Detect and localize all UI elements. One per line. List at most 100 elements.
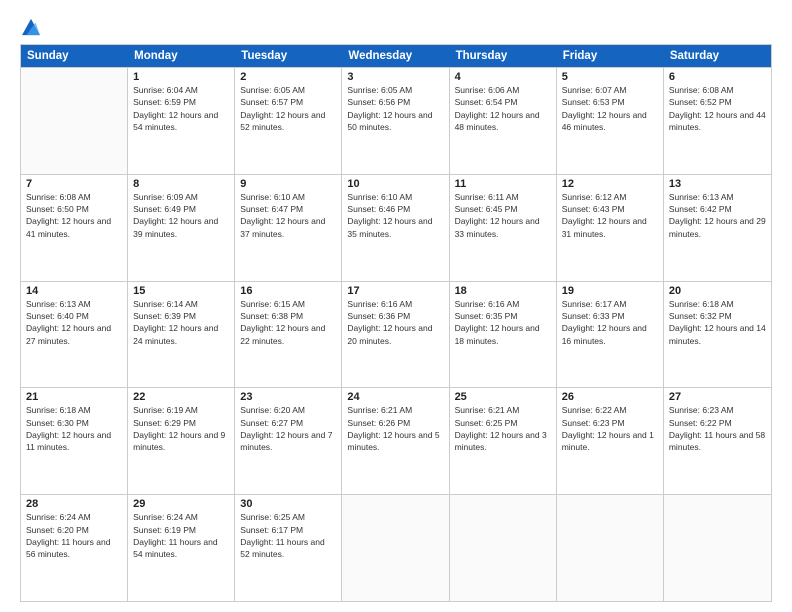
header-day-sunday: Sunday (21, 45, 128, 67)
calendar-cell: 8Sunrise: 6:09 AMSunset: 6:49 PMDaylight… (128, 175, 235, 281)
day-info: Sunrise: 6:11 AMSunset: 6:45 PMDaylight:… (455, 191, 551, 240)
day-info: Sunrise: 6:13 AMSunset: 6:40 PMDaylight:… (26, 298, 122, 347)
calendar-cell: 25Sunrise: 6:21 AMSunset: 6:25 PMDayligh… (450, 388, 557, 494)
calendar-cell: 13Sunrise: 6:13 AMSunset: 6:42 PMDayligh… (664, 175, 771, 281)
day-number: 2 (240, 71, 336, 83)
calendar-cell: 21Sunrise: 6:18 AMSunset: 6:30 PMDayligh… (21, 388, 128, 494)
calendar-cell: 19Sunrise: 6:17 AMSunset: 6:33 PMDayligh… (557, 282, 664, 388)
day-number: 11 (455, 178, 551, 190)
day-number: 22 (133, 391, 229, 403)
calendar-cell: 30Sunrise: 6:25 AMSunset: 6:17 PMDayligh… (235, 495, 342, 601)
day-info: Sunrise: 6:06 AMSunset: 6:54 PMDaylight:… (455, 84, 551, 133)
day-number: 28 (26, 498, 122, 510)
calendar: SundayMondayTuesdayWednesdayThursdayFrid… (20, 44, 772, 602)
day-info: Sunrise: 6:13 AMSunset: 6:42 PMDaylight:… (669, 191, 766, 240)
day-info: Sunrise: 6:21 AMSunset: 6:26 PMDaylight:… (347, 404, 443, 453)
day-info: Sunrise: 6:10 AMSunset: 6:46 PMDaylight:… (347, 191, 443, 240)
day-number: 19 (562, 285, 658, 297)
calendar-row-1: 7Sunrise: 6:08 AMSunset: 6:50 PMDaylight… (21, 174, 771, 281)
day-info: Sunrise: 6:18 AMSunset: 6:32 PMDaylight:… (669, 298, 766, 347)
calendar-cell: 9Sunrise: 6:10 AMSunset: 6:47 PMDaylight… (235, 175, 342, 281)
day-info: Sunrise: 6:21 AMSunset: 6:25 PMDaylight:… (455, 404, 551, 453)
day-number: 5 (562, 71, 658, 83)
day-number: 21 (26, 391, 122, 403)
day-info: Sunrise: 6:18 AMSunset: 6:30 PMDaylight:… (26, 404, 122, 453)
calendar-cell: 2Sunrise: 6:05 AMSunset: 6:57 PMDaylight… (235, 68, 342, 174)
day-number: 15 (133, 285, 229, 297)
day-number: 27 (669, 391, 766, 403)
day-info: Sunrise: 6:16 AMSunset: 6:35 PMDaylight:… (455, 298, 551, 347)
calendar-cell: 16Sunrise: 6:15 AMSunset: 6:38 PMDayligh… (235, 282, 342, 388)
calendar-cell: 12Sunrise: 6:12 AMSunset: 6:43 PMDayligh… (557, 175, 664, 281)
day-number: 14 (26, 285, 122, 297)
calendar-cell: 27Sunrise: 6:23 AMSunset: 6:22 PMDayligh… (664, 388, 771, 494)
day-number: 3 (347, 71, 443, 83)
calendar-cell: 28Sunrise: 6:24 AMSunset: 6:20 PMDayligh… (21, 495, 128, 601)
day-number: 16 (240, 285, 336, 297)
calendar-cell (450, 495, 557, 601)
calendar-cell: 10Sunrise: 6:10 AMSunset: 6:46 PMDayligh… (342, 175, 449, 281)
day-info: Sunrise: 6:16 AMSunset: 6:36 PMDaylight:… (347, 298, 443, 347)
calendar-cell (21, 68, 128, 174)
day-info: Sunrise: 6:08 AMSunset: 6:50 PMDaylight:… (26, 191, 122, 240)
calendar-cell (342, 495, 449, 601)
day-info: Sunrise: 6:08 AMSunset: 6:52 PMDaylight:… (669, 84, 766, 133)
logo (20, 18, 40, 36)
day-number: 13 (669, 178, 766, 190)
day-info: Sunrise: 6:22 AMSunset: 6:23 PMDaylight:… (562, 404, 658, 453)
day-info: Sunrise: 6:04 AMSunset: 6:59 PMDaylight:… (133, 84, 229, 133)
calendar-cell: 18Sunrise: 6:16 AMSunset: 6:35 PMDayligh… (450, 282, 557, 388)
logo-icon (22, 18, 40, 36)
calendar-cell: 11Sunrise: 6:11 AMSunset: 6:45 PMDayligh… (450, 175, 557, 281)
calendar-cell: 15Sunrise: 6:14 AMSunset: 6:39 PMDayligh… (128, 282, 235, 388)
day-info: Sunrise: 6:20 AMSunset: 6:27 PMDaylight:… (240, 404, 336, 453)
header-day-tuesday: Tuesday (235, 45, 342, 67)
day-number: 4 (455, 71, 551, 83)
day-info: Sunrise: 6:07 AMSunset: 6:53 PMDaylight:… (562, 84, 658, 133)
day-info: Sunrise: 6:05 AMSunset: 6:56 PMDaylight:… (347, 84, 443, 133)
day-info: Sunrise: 6:10 AMSunset: 6:47 PMDaylight:… (240, 191, 336, 240)
day-number: 29 (133, 498, 229, 510)
day-info: Sunrise: 6:24 AMSunset: 6:19 PMDaylight:… (133, 511, 229, 560)
page: SundayMondayTuesdayWednesdayThursdayFrid… (0, 0, 792, 612)
calendar-cell: 5Sunrise: 6:07 AMSunset: 6:53 PMDaylight… (557, 68, 664, 174)
day-number: 25 (455, 391, 551, 403)
day-number: 9 (240, 178, 336, 190)
day-info: Sunrise: 6:23 AMSunset: 6:22 PMDaylight:… (669, 404, 766, 453)
calendar-cell: 14Sunrise: 6:13 AMSunset: 6:40 PMDayligh… (21, 282, 128, 388)
calendar-cell: 3Sunrise: 6:05 AMSunset: 6:56 PMDaylight… (342, 68, 449, 174)
day-number: 26 (562, 391, 658, 403)
header (20, 18, 772, 36)
day-info: Sunrise: 6:24 AMSunset: 6:20 PMDaylight:… (26, 511, 122, 560)
day-info: Sunrise: 6:12 AMSunset: 6:43 PMDaylight:… (562, 191, 658, 240)
day-info: Sunrise: 6:14 AMSunset: 6:39 PMDaylight:… (133, 298, 229, 347)
calendar-cell: 22Sunrise: 6:19 AMSunset: 6:29 PMDayligh… (128, 388, 235, 494)
day-number: 24 (347, 391, 443, 403)
day-info: Sunrise: 6:25 AMSunset: 6:17 PMDaylight:… (240, 511, 336, 560)
calendar-row-0: 1Sunrise: 6:04 AMSunset: 6:59 PMDaylight… (21, 67, 771, 174)
day-number: 17 (347, 285, 443, 297)
calendar-cell: 17Sunrise: 6:16 AMSunset: 6:36 PMDayligh… (342, 282, 449, 388)
calendar-cell: 1Sunrise: 6:04 AMSunset: 6:59 PMDaylight… (128, 68, 235, 174)
calendar-header: SundayMondayTuesdayWednesdayThursdayFrid… (21, 45, 771, 67)
calendar-cell: 23Sunrise: 6:20 AMSunset: 6:27 PMDayligh… (235, 388, 342, 494)
day-info: Sunrise: 6:19 AMSunset: 6:29 PMDaylight:… (133, 404, 229, 453)
day-number: 23 (240, 391, 336, 403)
day-number: 20 (669, 285, 766, 297)
calendar-cell (557, 495, 664, 601)
header-day-friday: Friday (557, 45, 664, 67)
calendar-cell: 4Sunrise: 6:06 AMSunset: 6:54 PMDaylight… (450, 68, 557, 174)
day-info: Sunrise: 6:15 AMSunset: 6:38 PMDaylight:… (240, 298, 336, 347)
calendar-cell: 26Sunrise: 6:22 AMSunset: 6:23 PMDayligh… (557, 388, 664, 494)
calendar-row-2: 14Sunrise: 6:13 AMSunset: 6:40 PMDayligh… (21, 281, 771, 388)
day-info: Sunrise: 6:09 AMSunset: 6:49 PMDaylight:… (133, 191, 229, 240)
day-number: 10 (347, 178, 443, 190)
day-number: 1 (133, 71, 229, 83)
day-number: 6 (669, 71, 766, 83)
header-day-thursday: Thursday (450, 45, 557, 67)
header-day-wednesday: Wednesday (342, 45, 449, 67)
calendar-cell: 6Sunrise: 6:08 AMSunset: 6:52 PMDaylight… (664, 68, 771, 174)
calendar-cell: 24Sunrise: 6:21 AMSunset: 6:26 PMDayligh… (342, 388, 449, 494)
day-number: 12 (562, 178, 658, 190)
calendar-cell: 20Sunrise: 6:18 AMSunset: 6:32 PMDayligh… (664, 282, 771, 388)
